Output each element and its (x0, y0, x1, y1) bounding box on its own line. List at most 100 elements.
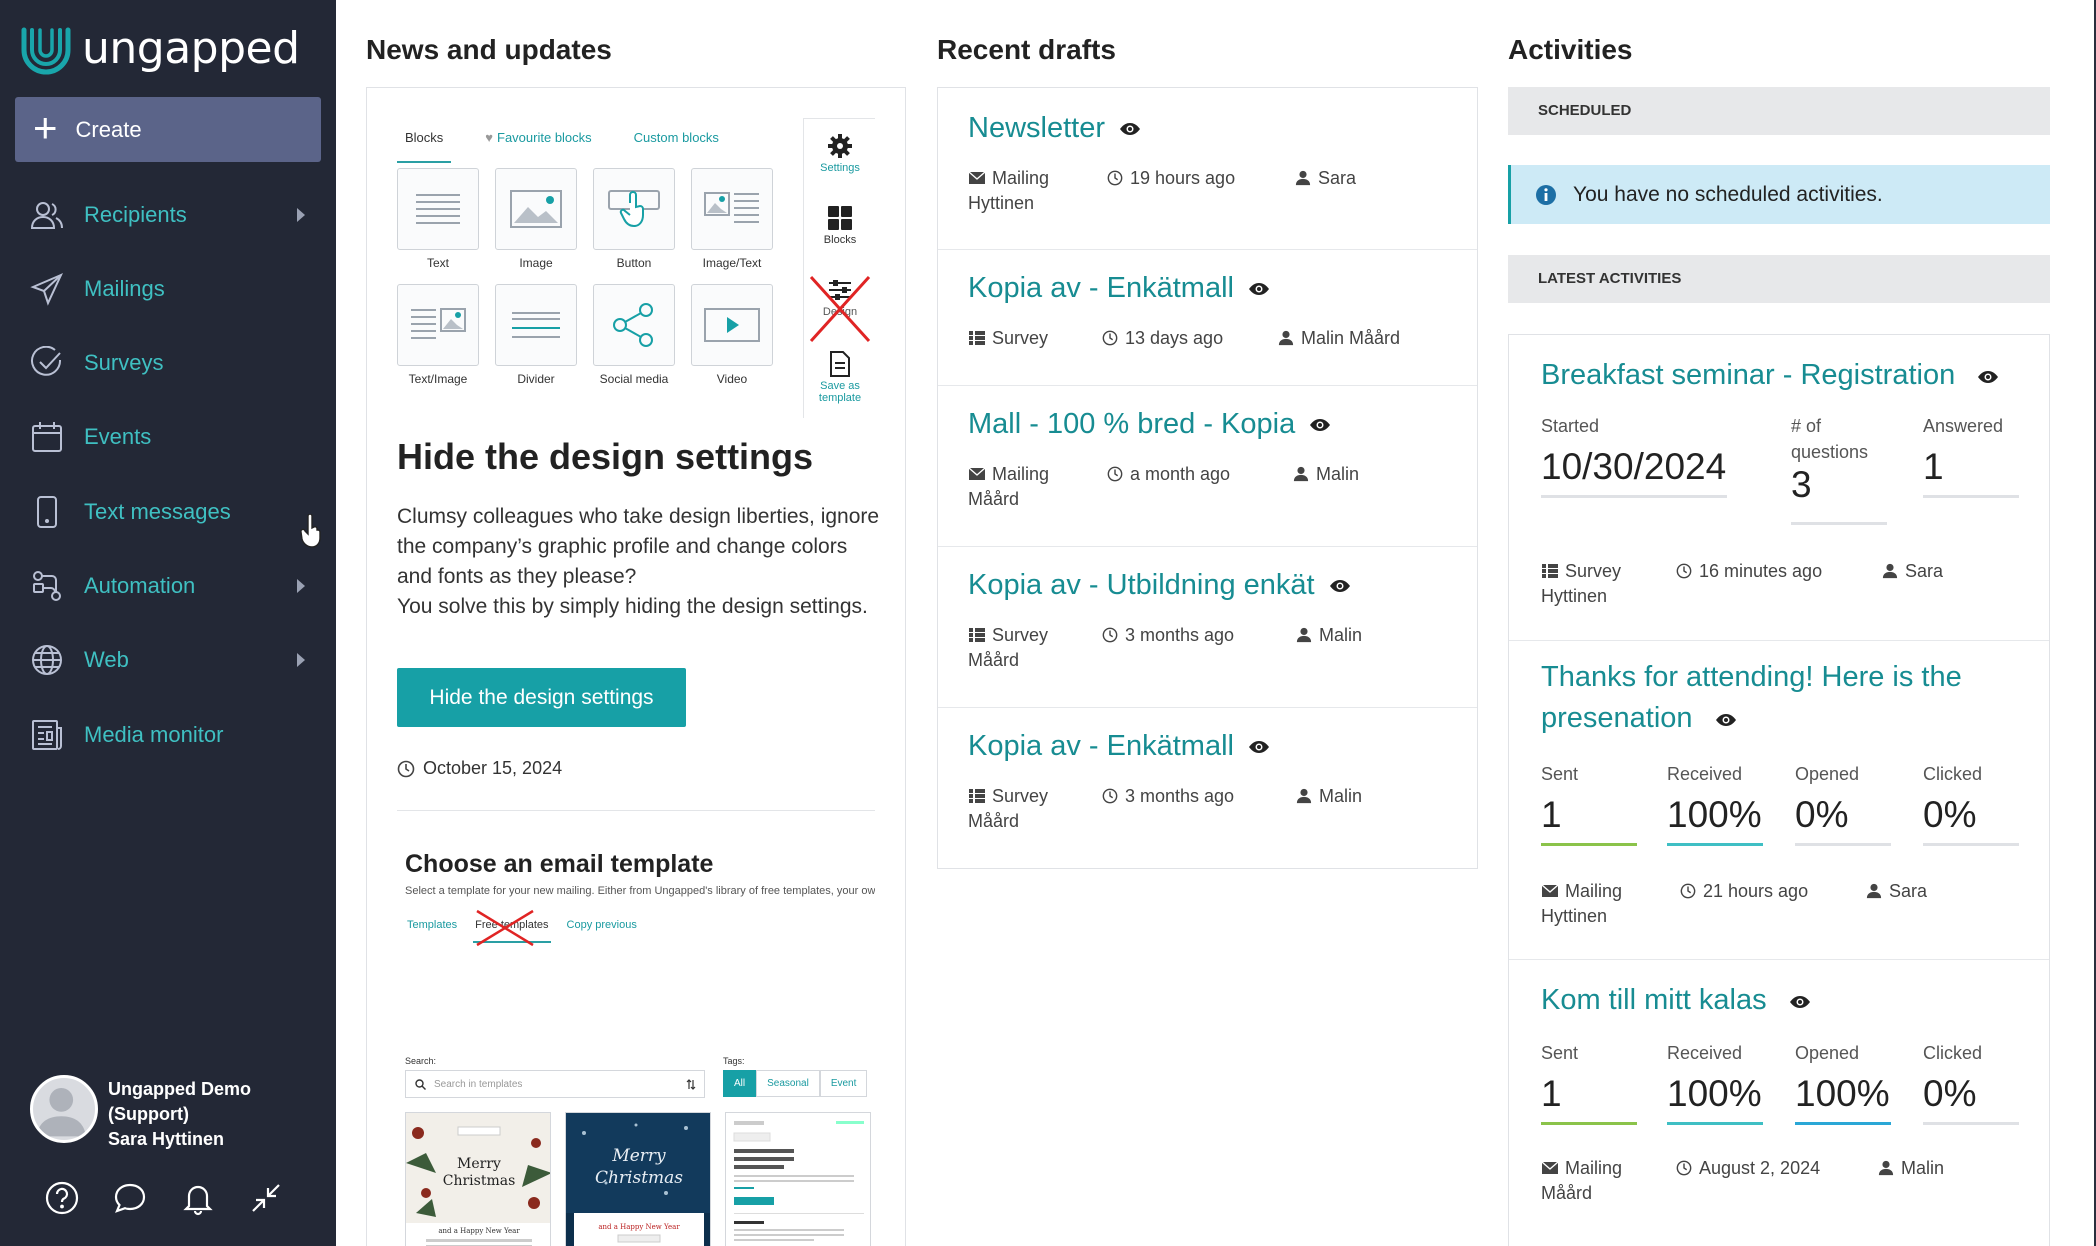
draft-user-text: Malin (1319, 625, 1363, 645)
eye-icon[interactable] (1309, 418, 1331, 432)
draft-time: 3 months ago (1101, 784, 1234, 809)
editor-block-grid: Text Image Button Image/Text Text/Image … (397, 168, 773, 386)
chevron-right-icon (297, 208, 305, 222)
draft-title[interactable]: Kopia av - Utbildning enkät (968, 569, 1351, 602)
sidebar-item-text-messages[interactable]: Text messages (0, 482, 336, 542)
draft-item[interactable]: Kopia av - Enkätmall Survey Måård 3 month… (938, 708, 1477, 868)
block-video: Video (691, 284, 773, 386)
sidebar-item-surveys[interactable]: Surveys (0, 333, 336, 393)
user-name: Sara Hyttinen (108, 1129, 225, 1149)
sidebar-item-media-monitor[interactable]: Media monitor (0, 705, 336, 765)
paper-plane-icon (30, 273, 64, 306)
avatar (30, 1075, 98, 1143)
template-thumbnail: Merry Christmas and a Happy New Year (565, 1112, 711, 1246)
stat-label: Started (1541, 416, 1600, 436)
activity-title-text: Kom till mitt kalas (1541, 984, 1767, 1016)
sidebar-item-events[interactable]: Events (0, 407, 336, 467)
news-paragraph-1: Clumsy colleagues who take design libert… (397, 505, 880, 588)
activity-stat: Clicked 0% (1923, 1040, 2019, 1125)
eye-icon[interactable] (1329, 579, 1351, 593)
activity-type-text: Survey (1565, 561, 1622, 581)
sidebar-item-mailings[interactable]: Mailings (0, 259, 336, 319)
draft-user-text: Malin Måård (1301, 328, 1401, 348)
svg-text:and a Happy New Year: and a Happy New Year (598, 1223, 680, 1231)
drafts-card: Newsletter Mailing Hyttinen 19 hours ago … (937, 87, 1478, 869)
red-cross-mark-icon (476, 909, 534, 947)
activity-user-text: Sara (1889, 881, 1928, 901)
profile-text: Ungapped Demo (Support) Sara Hyttinen (108, 1077, 251, 1152)
activity-title[interactable]: Kom till mitt kalas (1541, 980, 2011, 1021)
stat-label: Answered (1923, 416, 2004, 436)
draft-title[interactable]: Mall - 100 % bred - Kopia (968, 408, 1331, 441)
activity-type-text: Mailing (1565, 881, 1623, 901)
user-profile[interactable]: Ungapped Demo (Support) Sara Hyttinen (30, 1075, 251, 1152)
clock-icon (1102, 788, 1118, 804)
draft-item[interactable]: Mall - 100 % bred - Kopia Mailing Måård a… (938, 386, 1477, 547)
bell-icon[interactable] (180, 1180, 216, 1216)
activity-user-last: Hyttinen (1541, 586, 1608, 606)
activity-title[interactable]: Breakfast seminar - Registration (1541, 355, 2011, 396)
draft-item[interactable]: Newsletter Mailing Hyttinen 19 hours ago … (938, 88, 1477, 250)
eye-icon[interactable] (1248, 282, 1270, 296)
create-button[interactable]: + Create (15, 97, 321, 162)
stat-value: 0% (1923, 794, 1977, 835)
editor-side-save-template: Save as template (804, 351, 876, 404)
logo[interactable]: ungapped (18, 20, 300, 76)
draft-title[interactable]: Kopia av - Enkätmall (968, 730, 1270, 763)
block-label: Image/Text (702, 256, 762, 270)
sidebar-item-automation[interactable]: Automation (0, 556, 336, 616)
clock-icon (397, 760, 415, 777)
stat-value: 100% (1667, 794, 1762, 835)
gear-icon (828, 134, 852, 158)
template-tab-templates: Templates (407, 919, 458, 931)
basic-template-thumbnail-image (733, 1121, 864, 1241)
no-scheduled-text: You have no scheduled activities. (1573, 182, 1883, 206)
draft-time-text: 19 hours ago (1130, 168, 1236, 188)
activities-section-title: Activities (1508, 34, 1633, 65)
activity-item[interactable]: Breakfast seminar - Registration Started… (1509, 335, 2049, 641)
stat-bar (1923, 1122, 2019, 1125)
draft-type-text: Mailing (992, 464, 1050, 484)
sidebar-item-label: Web (84, 647, 129, 672)
draft-title[interactable]: Newsletter (968, 112, 1141, 145)
collapse-icon[interactable] (248, 1180, 284, 1216)
draft-item[interactable]: Kopia av - Enkätmall Survey 13 days ago … (938, 250, 1477, 386)
activity-item[interactable]: Thanks for attending! Here is the presen… (1509, 641, 2049, 960)
eye-icon[interactable] (1119, 122, 1141, 136)
template-search-label: Search: (405, 1056, 437, 1066)
sidebar-item-web[interactable]: Web (0, 630, 336, 690)
check-circle-icon (31, 346, 62, 376)
draft-type-text: Survey (992, 786, 1049, 806)
clock-icon (1102, 330, 1118, 346)
sidebar-item-recipients[interactable]: Recipients (0, 185, 336, 245)
help-icon[interactable] (44, 1180, 80, 1216)
chevron-right-icon (297, 579, 305, 593)
activity-item[interactable]: Kom till mitt kalas Sent 1 Received 100%… (1509, 960, 2049, 1246)
eye-icon[interactable] (1248, 740, 1270, 754)
draft-title[interactable]: Kopia av - Enkätmall (968, 272, 1270, 305)
stat-value: 0% (1923, 1073, 1977, 1114)
draft-user-last: Måård (968, 811, 1020, 831)
eye-icon[interactable] (1789, 995, 1811, 1009)
clock-icon (1102, 627, 1118, 643)
eye-icon[interactable] (1715, 713, 1737, 727)
list-icon (969, 331, 985, 345)
hide-design-settings-button[interactable]: Hide the design settings (397, 668, 686, 727)
clock-icon (1107, 466, 1123, 482)
clock-icon (1680, 883, 1696, 899)
activity-user-last: Måård (1541, 1183, 1593, 1203)
chat-icon[interactable] (112, 1180, 148, 1216)
news-paragraph-2: You solve this by simply hiding the desi… (397, 595, 868, 618)
eye-icon[interactable] (1977, 370, 1999, 384)
activity-title[interactable]: Thanks for attending! Here is the presen… (1541, 657, 2011, 739)
draft-item[interactable]: Kopia av - Utbildning enkät Survey Måård … (938, 547, 1477, 708)
user-icon (1296, 627, 1312, 643)
editor-tab-custom-blocks: Custom blocks (633, 130, 719, 145)
template-chooser-tabs: Templates Free templates Copy previous (405, 909, 885, 947)
stat-value: 3 (1791, 464, 1812, 505)
sidebar-item-label: Text messages (84, 499, 231, 524)
block-label: Text/Image (408, 372, 468, 386)
template-tag-seasonal: Seasonal (756, 1070, 820, 1097)
template-chooser-screenshot: Choose an email template Select a templa… (405, 850, 885, 1246)
activity-stat: Answered 1 (1923, 413, 2019, 498)
